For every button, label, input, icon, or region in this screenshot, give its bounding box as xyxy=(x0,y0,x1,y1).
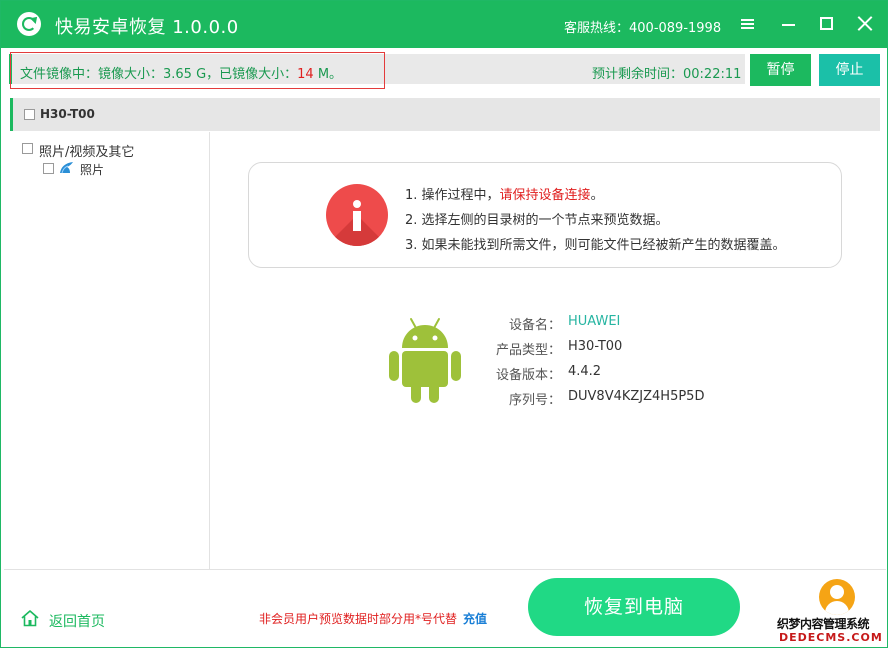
tree-root-label[interactable]: 照片/视频及其它 xyxy=(39,141,134,160)
info-line-1-highlight: 请保持设备连接 xyxy=(499,188,591,203)
directory-tree xyxy=(4,132,210,569)
info-line-1-prefix: 1. 操作过程中， xyxy=(405,188,500,203)
member-notice: 非会员用户预览数据时部分用*号代替 xyxy=(259,612,458,626)
user-avatar-icon[interactable] xyxy=(819,579,855,615)
maximize-icon[interactable] xyxy=(816,13,838,35)
footer-divider xyxy=(4,569,886,570)
product-type-value: H30-T00 xyxy=(568,339,623,354)
device-header-name: H30-T00 xyxy=(40,107,95,121)
stop-button[interactable]: 停止 xyxy=(819,54,880,86)
close-icon[interactable] xyxy=(854,13,876,35)
recover-to-computer-button[interactable]: 恢复到电脑 xyxy=(528,578,740,636)
device-version-label: 设备版本： xyxy=(495,368,561,383)
device-checkbox[interactable] xyxy=(24,109,35,120)
photo-folder-icon xyxy=(60,162,73,174)
home-icon[interactable] xyxy=(20,609,40,627)
serial-number-label: 序列号： xyxy=(508,393,561,408)
info-line-3: 3. 如果未能找到所需文件，则可能文件已经被新产生的数据覆盖。 xyxy=(405,238,786,253)
site-watermark: 织梦内容管理系统 DEDECMS.COM xyxy=(777,615,883,645)
tree-child-checkbox[interactable] xyxy=(43,163,54,174)
imaged-size-value: 14 xyxy=(297,67,314,82)
remaining-time: 预计剩余时间：00:22:11 xyxy=(592,67,742,82)
title-bar: 快易安卓恢复 1.0.0.0 客服热线：400-089-1998 xyxy=(1,1,887,48)
imaging-status-prefix: 文件镜像中：镜像大小：3.65 G，已镜像大小： xyxy=(20,67,298,82)
device-version-value: 4.4.2 xyxy=(568,364,602,379)
imaging-status: 文件镜像中：镜像大小：3.65 G，已镜像大小：14 M。 xyxy=(20,63,342,82)
menu-icon[interactable] xyxy=(737,13,759,35)
app-window: 快易安卓恢复 1.0.0.0 客服热线：400-089-1998 文件镜像中：镜… xyxy=(0,0,888,648)
device-name-value: HUAWEI xyxy=(568,314,621,329)
info-line-1: 1. 操作过程中，请保持设备连接。 xyxy=(405,184,604,203)
recharge-link[interactable]: 充值 xyxy=(463,610,487,627)
info-line-1-suffix: 。 xyxy=(590,188,604,203)
app-title: 快易安卓恢复 1.0.0.0 xyxy=(55,17,239,38)
pause-button[interactable]: 暂停 xyxy=(750,54,811,86)
device-header-bar xyxy=(10,98,880,131)
back-home-link[interactable]: 返回首页 xyxy=(49,611,105,631)
tree-root-checkbox[interactable] xyxy=(22,143,33,154)
info-icon xyxy=(326,184,388,246)
app-logo-icon xyxy=(17,12,41,36)
watermark-line-2: DEDECMS.COM xyxy=(779,631,883,644)
serial-number-value: DUV8V4KZJZ4H5P5D xyxy=(568,389,705,404)
info-line-2: 2. 选择左侧的目录树的一个节点来预览数据。 xyxy=(405,213,669,228)
imaging-status-suffix: M。 xyxy=(313,67,343,82)
tree-child-label[interactable]: 照片 xyxy=(80,161,104,178)
minimize-icon[interactable] xyxy=(778,13,800,35)
watermark-line-1: 织梦内容管理系统 xyxy=(777,617,870,631)
device-name-label: 设备名： xyxy=(508,318,561,333)
android-robot-icon xyxy=(389,318,461,403)
customer-hotline: 客服热线：400-089-1998 xyxy=(564,21,722,36)
product-type-label: 产品类型： xyxy=(495,343,561,358)
